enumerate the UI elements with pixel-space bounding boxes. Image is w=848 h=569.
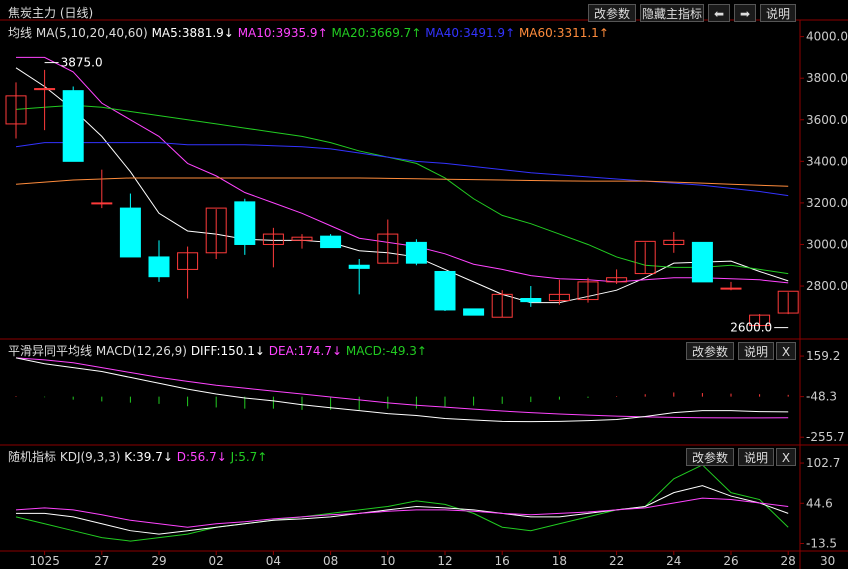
d-readout: D:56.7↓ bbox=[176, 450, 227, 464]
x-tick-label: 18 bbox=[552, 554, 567, 568]
ma5-readout: MA5:3881.9↓ bbox=[151, 26, 234, 40]
dea-line bbox=[15, 357, 789, 419]
x-tick-label: 28 bbox=[781, 554, 796, 568]
arrow-right-icon[interactable]: ➡ bbox=[734, 4, 756, 22]
macd-readout: MACD:-49.3↑ bbox=[345, 344, 427, 358]
y-tick-label: 3000.0 bbox=[806, 237, 848, 251]
kdj-legend-spec: KDJ(9,3,3) bbox=[59, 450, 121, 464]
candle-down bbox=[119, 207, 141, 258]
kdj-legend: 随机指标 KDJ(9,3,3) K:39.7↓ D:56.7↓ J:5.7↑ bbox=[8, 448, 267, 465]
candle-down bbox=[463, 308, 485, 316]
high-annotation: 3875.0 bbox=[61, 56, 103, 70]
d-line bbox=[15, 497, 789, 528]
main-legend-name: 均线 bbox=[8, 26, 33, 40]
kdj-close-button[interactable]: X bbox=[776, 448, 796, 466]
y-tick-label: 3200.0 bbox=[806, 196, 848, 210]
kdj-y-tick-label: 44.6 bbox=[806, 496, 833, 510]
x-tick-label: 30 bbox=[820, 554, 835, 568]
explain-button[interactable]: 说明 bbox=[760, 4, 796, 22]
y-tick-label: 3400.0 bbox=[806, 154, 848, 168]
macd-close-button[interactable]: X bbox=[776, 342, 796, 360]
x-tick-label: 16 bbox=[495, 554, 510, 568]
y-tick-label: 3800.0 bbox=[806, 71, 848, 85]
ma40-readout: MA40:3491.9↑ bbox=[425, 26, 516, 40]
main-legend: 均线 MA(5,10,20,40,60) MA5:3881.9↓ MA10:39… bbox=[8, 24, 609, 41]
k-readout: K:39.7↓ bbox=[124, 450, 173, 464]
ma60-line bbox=[15, 177, 789, 187]
dea-readout: DEA:174.7↓ bbox=[268, 344, 343, 358]
macd-legend-name: 平滑异同平均线 bbox=[8, 344, 93, 358]
candle-down bbox=[691, 241, 713, 283]
j-readout: J:5.7↑ bbox=[230, 450, 268, 464]
macd-explain-button[interactable]: 说明 bbox=[738, 342, 774, 360]
candle-down bbox=[434, 270, 456, 311]
kdj-y-tick-label: 102.7 bbox=[806, 456, 840, 470]
hide-main-indicator-button[interactable]: 隐藏主指标 bbox=[640, 4, 704, 22]
main-legend-spec: MA(5,10,20,40,60) bbox=[35, 26, 148, 40]
x-tick-label: 27 bbox=[94, 554, 109, 568]
x-tick-label: 12 bbox=[437, 554, 452, 568]
candle-down bbox=[234, 201, 256, 245]
macd-y-tick-label: -48.3 bbox=[806, 390, 837, 404]
y-tick-label: 2800.0 bbox=[806, 279, 848, 293]
diff-line bbox=[15, 357, 789, 423]
x-tick-label: 02 bbox=[209, 554, 224, 568]
x-tick-label: 26 bbox=[723, 554, 738, 568]
x-tick-label: 1025 bbox=[29, 554, 60, 568]
y-tick-label: 3600.0 bbox=[806, 113, 848, 127]
x-tick-label: 10 bbox=[380, 554, 395, 568]
candle-down bbox=[348, 264, 370, 269]
x-tick-label: 22 bbox=[609, 554, 624, 568]
kdj-y-tick-label: -13.5 bbox=[806, 537, 837, 551]
candle-down bbox=[320, 235, 342, 249]
x-tick-label: 08 bbox=[323, 554, 338, 568]
macd-legend: 平滑异同平均线 MACD(12,26,9) DIFF:150.1↓ DEA:17… bbox=[8, 342, 427, 359]
k-line bbox=[16, 485, 789, 535]
candle-down bbox=[405, 241, 427, 264]
x-tick-label: 29 bbox=[151, 554, 166, 568]
ma10-readout: MA10:3935.9↑ bbox=[237, 26, 328, 40]
chart-canvas: 4000.0 3800.0 3600.0 3400.0 3200.0 3000.0 2800… bbox=[0, 19, 848, 569]
kdj-explain-button[interactable]: 说明 bbox=[738, 448, 774, 466]
kdj-params-button[interactable]: 改参数 bbox=[686, 448, 734, 466]
arrow-left-icon[interactable]: ⬅ bbox=[708, 4, 730, 22]
low-annotation: 2600.0 bbox=[730, 321, 772, 335]
x-tick-label: 24 bbox=[666, 554, 681, 568]
ma60-readout: MA60:3311.1↑ bbox=[518, 26, 609, 40]
macd-y-tick-label: 159.2 bbox=[806, 349, 840, 363]
macd-params-button[interactable]: 改参数 bbox=[686, 342, 734, 360]
macd-y-tick-label: -255.7 bbox=[806, 430, 845, 444]
candle-down bbox=[148, 256, 170, 278]
window-title: 焦炭主力 (日线) bbox=[8, 6, 94, 20]
candle-down bbox=[62, 90, 84, 162]
macd-legend-spec: MACD(12,26,9) bbox=[95, 344, 187, 358]
ma40-line bbox=[15, 142, 789, 197]
kdj-legend-name: 随机指标 bbox=[8, 450, 57, 464]
x-tick-label: 04 bbox=[266, 554, 281, 568]
candle-up bbox=[91, 202, 113, 205]
params-button[interactable]: 改参数 bbox=[588, 4, 636, 22]
diff-readout: DIFF:150.1↓ bbox=[190, 344, 265, 358]
candle-down bbox=[520, 298, 542, 303]
ma20-readout: MA20:3669.7↑ bbox=[331, 26, 422, 40]
y-tick-label: 4000.0 bbox=[806, 30, 848, 44]
candle-up bbox=[720, 287, 742, 290]
